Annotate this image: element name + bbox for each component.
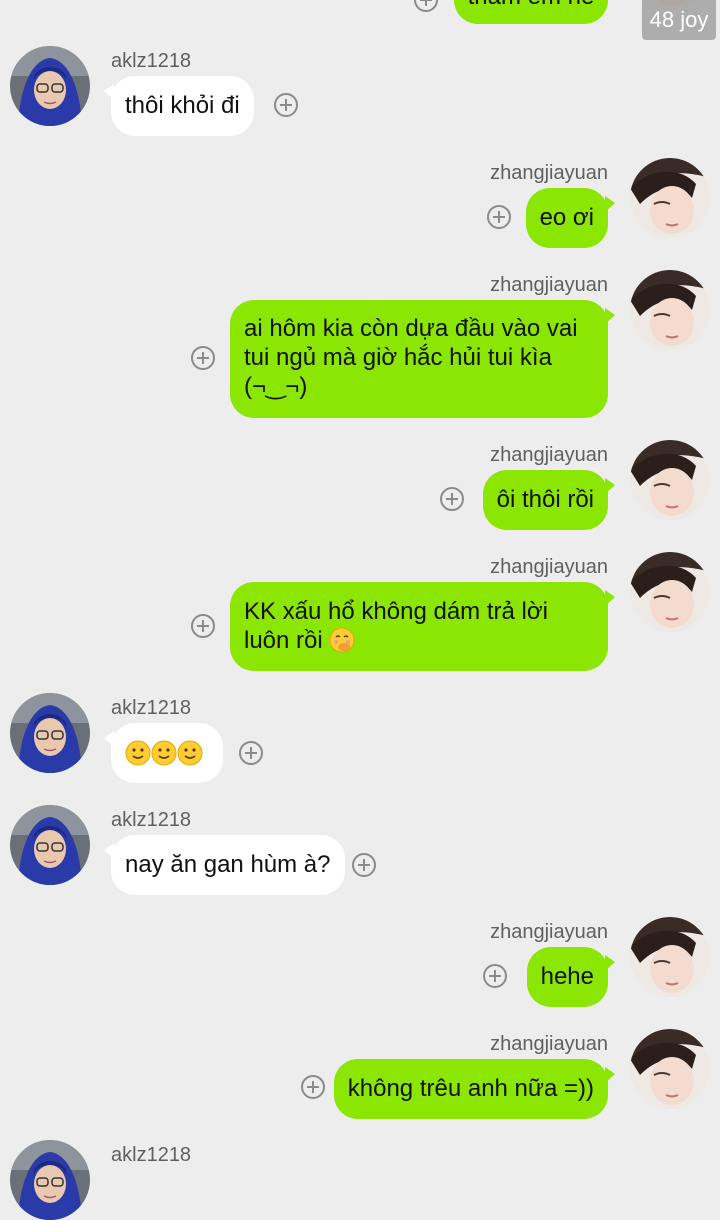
- add-reaction-icon[interactable]: [487, 205, 511, 229]
- message-text-line: ai hôm kia còn dựa đầu vào vai: [244, 315, 578, 342]
- slightly-smiling-face-emoji-icon: [151, 740, 177, 766]
- username: zhangjiayuan: [490, 556, 608, 578]
- avatar[interactable]: [630, 158, 710, 238]
- avatar[interactable]: [630, 270, 710, 350]
- message-text: ôi thôi rồi: [496, 486, 594, 513]
- username: aklz1218: [111, 697, 192, 719]
- unread-badge: 48 joy: [642, 0, 716, 40]
- message-text: thôi khỏi đi: [125, 92, 240, 119]
- message-text-line: (¬‿¬): [244, 373, 308, 400]
- add-reaction-icon[interactable]: [239, 741, 263, 765]
- add-reaction-icon[interactable]: [191, 614, 215, 638]
- slightly-smiling-face-emoji-icon: [177, 740, 203, 766]
- avatar[interactable]: [10, 693, 90, 773]
- username: zhangjiayuan: [490, 162, 608, 184]
- message-bubble[interactable]: nay ăn gan hùm à?: [104, 835, 345, 895]
- avatar[interactable]: [10, 1140, 90, 1220]
- avatar[interactable]: [630, 1029, 710, 1109]
- add-reaction-icon[interactable]: [274, 93, 298, 117]
- message-text: eo ơi: [539, 204, 594, 231]
- avatar[interactable]: [630, 917, 710, 997]
- slightly-smiling-face-emoji-icon: [125, 740, 151, 766]
- username: aklz1218: [111, 1144, 192, 1166]
- message-bubble[interactable]: KK xấu hổ không dám trả lời luôn rồi: [230, 582, 615, 671]
- message-bubble[interactable]: thôi khỏi đi: [104, 76, 254, 136]
- username: zhangjiayuan: [490, 1033, 608, 1055]
- message-text-line: KK xấu hổ không dám trả lời: [244, 598, 548, 625]
- avatar[interactable]: [10, 805, 90, 885]
- message-text-line: luôn rồi: [244, 627, 323, 654]
- username: zhangjiayuan: [490, 274, 608, 296]
- avatar[interactable]: [630, 552, 710, 632]
- message-text: nay ăn gan hùm à?: [125, 851, 331, 878]
- shushing-face-emoji-icon: [329, 627, 355, 653]
- message-bubble[interactable]: thăm em nè: [454, 0, 608, 24]
- avatar[interactable]: [10, 46, 90, 126]
- avatar[interactable]: [630, 440, 710, 520]
- message-bubble[interactable]: không trêu anh nữa =)): [333, 1059, 616, 1119]
- add-reaction-icon[interactable]: [352, 853, 376, 877]
- add-reaction-icon[interactable]: [414, 0, 438, 12]
- message-bubble[interactable]: ôi thôi rồi: [482, 470, 616, 530]
- message-text: không trêu anh nữa =)): [347, 1075, 594, 1102]
- add-reaction-icon[interactable]: [483, 964, 507, 988]
- message-bubble[interactable]: hehe: [526, 947, 616, 1007]
- username: aklz1218: [111, 809, 192, 831]
- message-bubble[interactable]: eo ơi: [525, 188, 616, 248]
- chat-conversation: thăm em nè 48 joy aklz1218 thôi khỏi đi …: [0, 0, 720, 1154]
- add-reaction-icon[interactable]: [440, 487, 464, 511]
- message-text: hehe: [540, 963, 594, 990]
- message-bubble[interactable]: ai hôm kia còn dựa đầu vào vai tui ngủ m…: [230, 300, 615, 418]
- message-text-line: tui ngủ mà giờ hắc hủi tui kìa: [244, 344, 552, 371]
- message-bubble[interactable]: [104, 723, 223, 783]
- add-reaction-icon[interactable]: [301, 1075, 325, 1099]
- username: zhangjiayuan: [490, 444, 608, 466]
- username: zhangjiayuan: [490, 921, 608, 943]
- username: aklz1218: [111, 50, 192, 72]
- add-reaction-icon[interactable]: [191, 346, 215, 370]
